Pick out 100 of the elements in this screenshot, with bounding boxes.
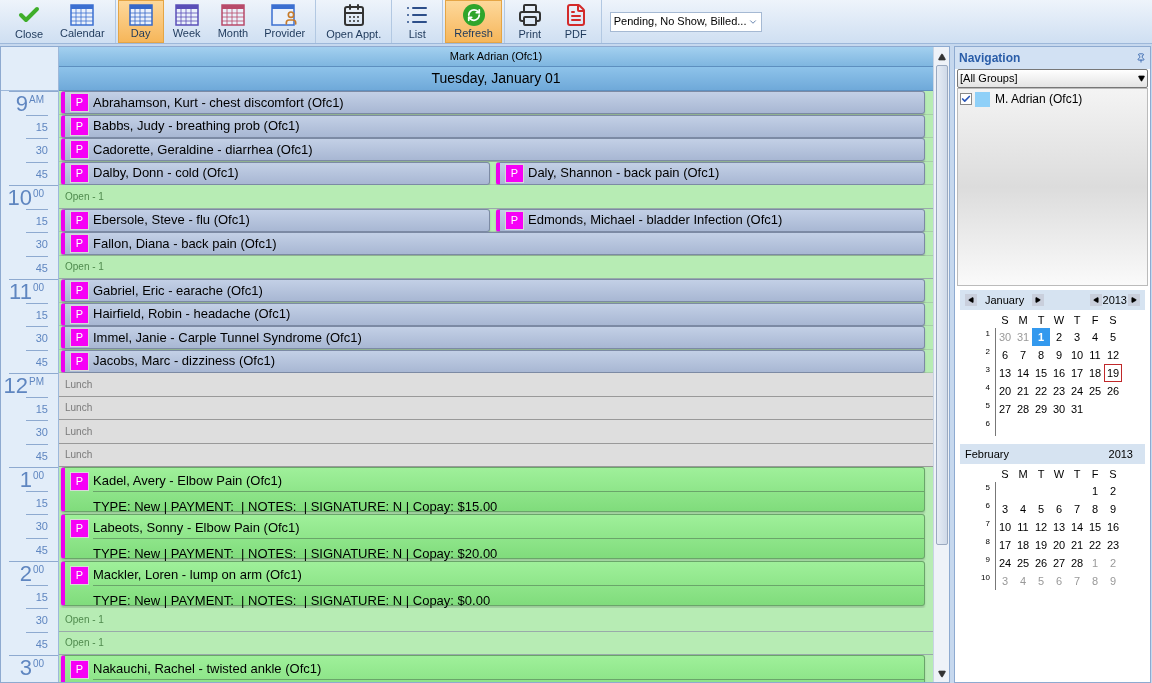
calendar-icon <box>220 4 245 26</box>
calendar-day[interactable]: 28 <box>1014 400 1032 418</box>
appointment-block[interactable]: P Daly, Shannon - back pain (Ofc1) <box>496 161 925 185</box>
appointment-block[interactable]: P Kadel, Avery - Elbow Pain (Ofc1) TYPE: New | PAYMENT: | NOTES: | SIGNATURE: N | Copay: $15.00 <box>61 467 925 512</box>
appointment-block[interactable]: P Babbs, Judy - breathing prob (Ofc1) <box>61 114 925 138</box>
calendar-day[interactable]: 11 <box>1086 346 1104 364</box>
calendar-day[interactable]: 16 <box>1104 518 1122 536</box>
calendar-day[interactable]: 9 <box>1104 500 1122 518</box>
calendar-day[interactable]: 12 <box>1104 346 1122 364</box>
calendar-day[interactable]: 19 <box>1032 536 1050 554</box>
calendar-day[interactable]: 10 <box>996 518 1014 536</box>
calendar-day[interactable]: 25 <box>1086 382 1104 400</box>
calendar-day[interactable]: 12 <box>1032 518 1050 536</box>
calendar-day[interactable]: 27 <box>996 400 1014 418</box>
appointment-block[interactable]: P Jacobs, Marc - dizziness (Ofc1) <box>61 349 925 373</box>
checkbox[interactable] <box>960 93 972 105</box>
scroll-up-icon[interactable] <box>937 53 946 61</box>
calendar-day[interactable]: 18 <box>1086 364 1104 382</box>
calendar-day[interactable]: 6 <box>1050 500 1068 518</box>
calendar-day[interactable]: 24 <box>1068 382 1086 400</box>
calendar-day[interactable]: 14 <box>1014 364 1032 382</box>
toolbar-button[interactable]: Day <box>117 0 164 43</box>
appointment-block[interactable]: P Abrahamson, Kurt - chest discomfort (Ofc1) <box>61 91 925 114</box>
calendar-day[interactable]: 5 <box>1032 500 1050 518</box>
calendar-day[interactable]: 31 <box>1068 400 1086 418</box>
calendar-day[interactable]: 26 <box>1104 382 1122 400</box>
next-month-icon[interactable] <box>1032 294 1045 306</box>
calendar-day[interactable]: 22 <box>1032 382 1050 400</box>
group-dropdown[interactable]: [All Groups] <box>957 69 1148 88</box>
calendar-day[interactable]: 24 <box>996 554 1014 572</box>
calendar-day[interactable]: 23 <box>1104 536 1122 554</box>
toolbar-button[interactable]: Print <box>506 0 553 43</box>
calendar-day[interactable]: 25 <box>1014 554 1032 572</box>
appointment-block[interactable]: P Ebersole, Steve - flu (Ofc1) <box>61 208 490 232</box>
appointment-block[interactable]: P Nakauchi, Rachel - twisted ankle (Ofc1) <box>61 655 925 682</box>
calendar-day[interactable]: 23 <box>1050 382 1068 400</box>
calendar-day[interactable]: 17 <box>996 536 1014 554</box>
calendar-day[interactable]: 26 <box>1032 554 1050 572</box>
scroll-thumb[interactable] <box>935 65 948 545</box>
previous-year-icon[interactable] <box>1089 294 1102 306</box>
calendar-day[interactable]: 7 <box>1014 346 1032 364</box>
calendar-day[interactable]: 16 <box>1050 364 1068 382</box>
appointment-block[interactable]: P Gabriel, Eric - earache (Ofc1) <box>61 279 925 302</box>
appointment-block[interactable]: P Immel, Janie - Carple Tunnel Syndrome (Ofc1) <box>61 326 925 349</box>
appointment-block[interactable]: P Cadorette, Geraldine - diarrhea (Ofc1) <box>61 138 925 161</box>
calendar-day[interactable]: 18 <box>1014 536 1032 554</box>
calendar-day[interactable]: 20 <box>996 382 1014 400</box>
calendar-day[interactable]: 5 <box>1104 328 1122 346</box>
calendar-day[interactable]: 7 <box>1068 500 1086 518</box>
calendar-day[interactable]: 3 <box>996 500 1014 518</box>
calendar-day[interactable]: 21 <box>1014 382 1032 400</box>
calendar-day[interactable]: 20 <box>1050 536 1068 554</box>
calendar-day[interactable]: 11 <box>1014 518 1032 536</box>
appointment-block[interactable]: P Labeots, Sonny - Elbow Pain (Ofc1) TYPE: New | PAYMENT: | NOTES: | SIGNATURE: N | Copay: $20.00 <box>61 514 925 559</box>
calendar-day[interactable]: 30 <box>1050 400 1068 418</box>
scroll-down-icon[interactable] <box>937 670 946 678</box>
calendar-day[interactable]: 15 <box>1086 518 1104 536</box>
calendar-day[interactable]: 28 <box>1068 554 1086 572</box>
calendar-day[interactable]: 13 <box>1050 518 1068 536</box>
calendar-day[interactable]: 21 <box>1068 536 1086 554</box>
appointment-block[interactable]: P Dalby, Donn - cold (Ofc1) <box>61 161 490 185</box>
calendar-day[interactable]: 13 <box>996 364 1014 382</box>
calendar-day[interactable]: 10 <box>1068 346 1086 364</box>
calendar-day[interactable]: 4 <box>1014 500 1032 518</box>
appointment-block[interactable]: P Mackler, Loren - lump on arm (Ofc1) TYPE: New | PAYMENT: | NOTES: | SIGNATURE: N | Copay: $0.00 <box>61 561 925 606</box>
toolbar-button[interactable]: Refresh <box>445 0 502 43</box>
toolbar-button[interactable]: Provider <box>256 0 314 43</box>
previous-month-icon[interactable] <box>965 294 977 306</box>
calendar-day[interactable]: 29 <box>1032 400 1050 418</box>
calendar-day[interactable]: 8 <box>1032 346 1050 364</box>
toolbar-button[interactable]: Calendar <box>52 0 113 43</box>
scrollbar[interactable] <box>933 47 949 682</box>
calendar-day[interactable]: 8 <box>1086 500 1104 518</box>
toolbar-button[interactable]: List <box>394 0 441 43</box>
toolbar-button[interactable]: PDF <box>552 0 599 43</box>
filter-dropdown[interactable]: Pending, No Show, Billed... <box>609 11 762 32</box>
calendar-day[interactable]: 19 <box>1104 364 1122 382</box>
appointment-block[interactable]: P Edmonds, Michael - bladder Infection (Ofc1) <box>496 208 925 232</box>
calendar-day[interactable]: 27 <box>1050 554 1068 572</box>
weekday-label: S <box>1108 313 1118 328</box>
calendar-day[interactable]: 9 <box>1050 346 1068 364</box>
year-label: 2013 <box>1102 292 1127 308</box>
toolbar-button[interactable]: Week <box>163 0 210 43</box>
next-year-icon[interactable] <box>1128 294 1140 306</box>
calendar-day[interactable]: 6 <box>996 346 1014 364</box>
appointment-block[interactable]: P Hairfield, Robin - headache (Ofc1) <box>61 302 925 326</box>
calendar-day[interactable]: 17 <box>1068 364 1086 382</box>
calendar-day[interactable]: 14 <box>1068 518 1086 536</box>
toolbar-button[interactable]: Close <box>6 0 52 43</box>
calendar-day[interactable]: 15 <box>1032 364 1050 382</box>
pin-icon[interactable] <box>1136 53 1146 63</box>
calendar-day[interactable]: 4 <box>1086 328 1104 346</box>
calendar-day[interactable]: 22 <box>1086 536 1104 554</box>
appointment-block[interactable]: P Fallon, Diana - back pain (Ofc1) <box>61 232 925 255</box>
toolbar-button[interactable]: Month <box>209 0 257 43</box>
calendar-day[interactable]: 1 <box>1086 482 1104 500</box>
calendar-day[interactable]: 2 <box>1104 482 1122 500</box>
calendar-day[interactable]: 3 <box>1068 328 1086 346</box>
toolbar-button[interactable]: Open Appt. <box>318 0 390 43</box>
calendar-day[interactable]: 2 <box>1050 328 1068 346</box>
